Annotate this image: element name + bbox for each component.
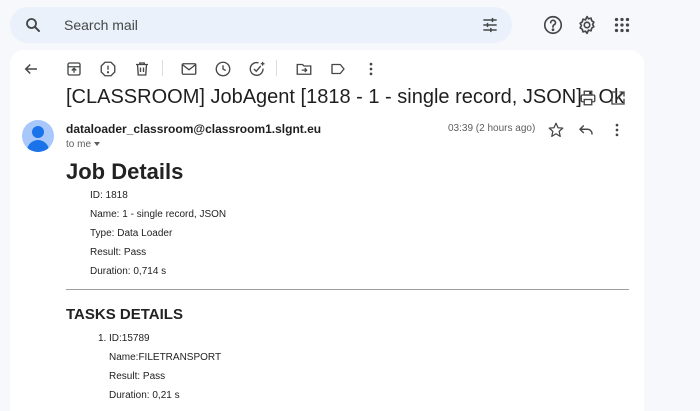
move-to-icon[interactable] bbox=[295, 60, 313, 78]
job-type: Type: Data Loader bbox=[90, 228, 173, 239]
toolbar-divider bbox=[162, 60, 163, 76]
job-name: Name: 1 - single record, JSON bbox=[90, 209, 227, 220]
back-icon[interactable] bbox=[22, 60, 40, 78]
email-timestamp: 03:39 (2 hours ago) bbox=[448, 123, 536, 134]
mark-unread-icon[interactable] bbox=[180, 60, 198, 78]
delete-icon[interactable] bbox=[133, 60, 151, 78]
help-icon[interactable] bbox=[542, 14, 564, 36]
print-icon[interactable] bbox=[579, 89, 597, 107]
more-vert-icon[interactable] bbox=[362, 60, 380, 78]
task-name: Name:FILETRANSPORT bbox=[109, 352, 222, 363]
task-result: Result: Pass bbox=[109, 371, 166, 382]
archive-icon[interactable] bbox=[65, 60, 83, 78]
filter-options-icon[interactable] bbox=[480, 15, 500, 35]
report-spam-icon[interactable] bbox=[99, 60, 117, 78]
snooze-icon[interactable] bbox=[214, 60, 232, 78]
sender-address[interactable]: dataloader_classroom@classroom1.slgnt.eu bbox=[66, 122, 321, 136]
toolbar-divider bbox=[276, 60, 277, 76]
chevron-down-icon bbox=[94, 142, 101, 147]
task-number: 1. bbox=[98, 333, 107, 344]
avatar[interactable] bbox=[22, 120, 54, 152]
email-panel: [CLASSROOM] JobAgent [1818 - 1 - single … bbox=[10, 50, 644, 411]
job-duration: Duration: 0,714 s bbox=[90, 266, 167, 277]
apps-icon[interactable] bbox=[611, 14, 633, 36]
open-in-new-window-icon[interactable] bbox=[609, 89, 627, 107]
add-to-tasks-icon[interactable] bbox=[248, 60, 266, 78]
section-divider bbox=[66, 289, 629, 290]
job-id: ID: 1818 bbox=[90, 190, 128, 201]
task-duration: Duration: 0,21 s bbox=[109, 390, 180, 401]
search-input[interactable]: Search mail bbox=[64, 17, 138, 33]
recipients-toggle[interactable]: to me bbox=[66, 139, 101, 150]
tasks-details-heading: TASKS DETAILS bbox=[66, 306, 183, 323]
search-bar[interactable]: Search mail bbox=[10, 7, 512, 43]
recipients-label: to me bbox=[66, 139, 92, 150]
job-details-heading: Job Details bbox=[66, 159, 184, 184]
label-icon[interactable] bbox=[329, 60, 347, 78]
task-id: ID:15789 bbox=[109, 333, 150, 344]
job-result: Result: Pass bbox=[90, 247, 147, 258]
settings-icon[interactable] bbox=[576, 14, 598, 36]
star-icon[interactable] bbox=[547, 121, 565, 139]
search-icon[interactable] bbox=[24, 16, 42, 34]
reply-icon[interactable] bbox=[577, 121, 595, 139]
email-subject: [CLASSROOM] JobAgent [1818 - 1 - single … bbox=[66, 86, 624, 108]
more-vert-icon[interactable] bbox=[608, 121, 626, 139]
